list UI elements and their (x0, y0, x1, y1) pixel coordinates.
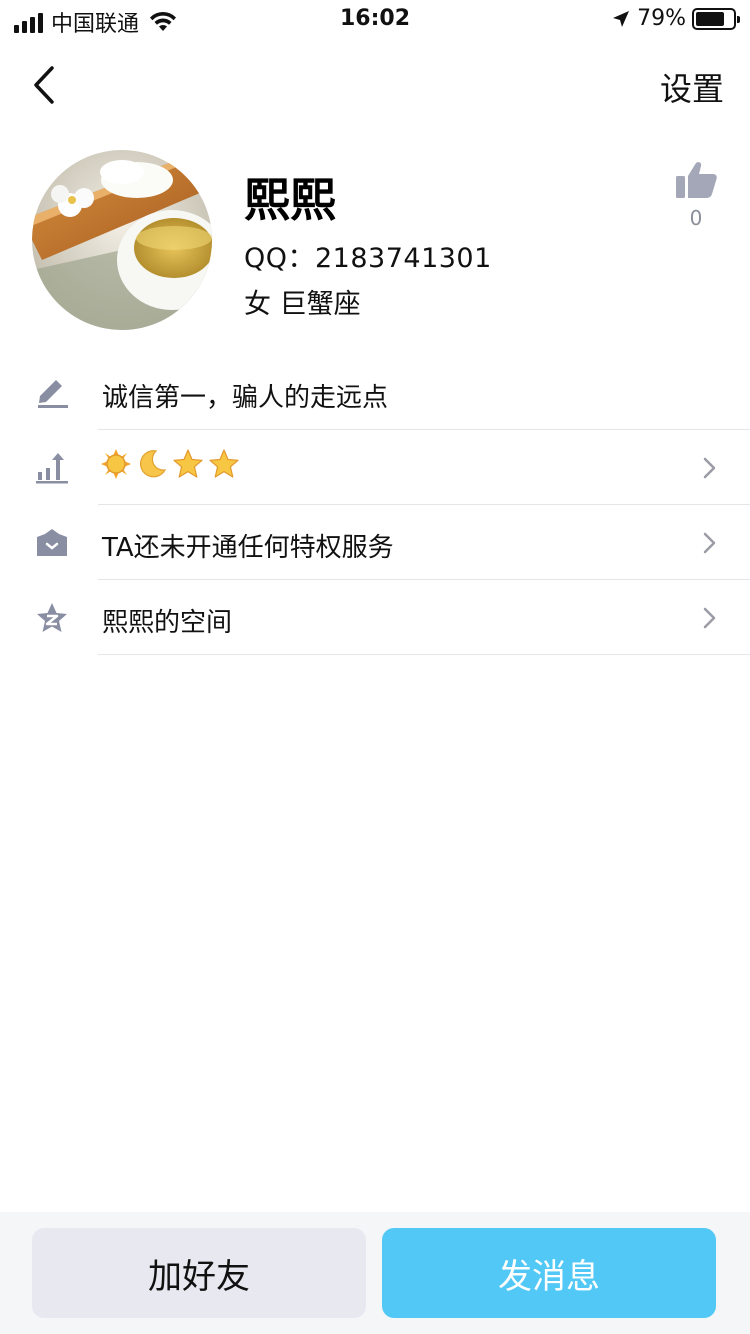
avatar-image (32, 150, 212, 330)
level-row[interactable] (0, 430, 750, 505)
battery-fill (696, 11, 725, 26)
star-icon (173, 449, 203, 478)
like-count: 0 (689, 206, 703, 230)
bottom-action-bar: 加好友 发消息 (0, 1212, 750, 1334)
sun-icon (101, 449, 131, 479)
space-text: 熙熙的空间 (102, 608, 233, 638)
like-button[interactable]: 0 (670, 160, 722, 230)
send-message-button[interactable]: 发消息 (382, 1228, 716, 1318)
profile-name: 熙熙 (244, 173, 336, 227)
qzone-star-icon (37, 603, 67, 632)
add-friend-button[interactable]: 加好友 (32, 1228, 366, 1318)
signature-text: 诚信第一，骗人的走远点 (102, 383, 389, 413)
moon-icon (139, 450, 167, 478)
thumbs-up-icon (676, 162, 717, 198)
space-row[interactable]: 熙熙的空间 (0, 580, 750, 655)
gender-zodiac: 女 巨蟹座 (244, 289, 361, 320)
qq-number: QQ：2183741301 (244, 243, 492, 274)
battery-percent: 79% (637, 6, 686, 31)
nav-bar: 设置 (0, 50, 750, 120)
star-icon (209, 449, 239, 478)
battery-icon (692, 7, 740, 30)
signature-row[interactable]: 诚信第一，骗人的走远点 (0, 355, 750, 430)
status-bar: 中国联通 16:02 79% (0, 0, 750, 40)
chevron-right-icon (703, 457, 716, 479)
edit-icon (38, 380, 68, 408)
avatar[interactable] (32, 150, 212, 330)
profile-list: 诚信第一，骗人的走远点 TA还未开通任何特权服务 熙熙的空间 (0, 355, 750, 655)
privilege-text: TA还未开通任何特权服务 (102, 533, 394, 563)
level-badges (100, 448, 240, 480)
location-arrow-icon (613, 10, 630, 27)
crown-icon (37, 529, 67, 556)
status-right: 79% (611, 6, 740, 31)
privilege-row[interactable]: TA还未开通任何特权服务 (0, 505, 750, 580)
chevron-right-icon (703, 532, 716, 554)
row-divider (98, 654, 750, 655)
chevron-left-icon[interactable] (28, 60, 62, 110)
settings-button[interactable]: 设置 (660, 64, 724, 110)
level-icon (36, 453, 68, 484)
chevron-right-icon (703, 607, 716, 629)
